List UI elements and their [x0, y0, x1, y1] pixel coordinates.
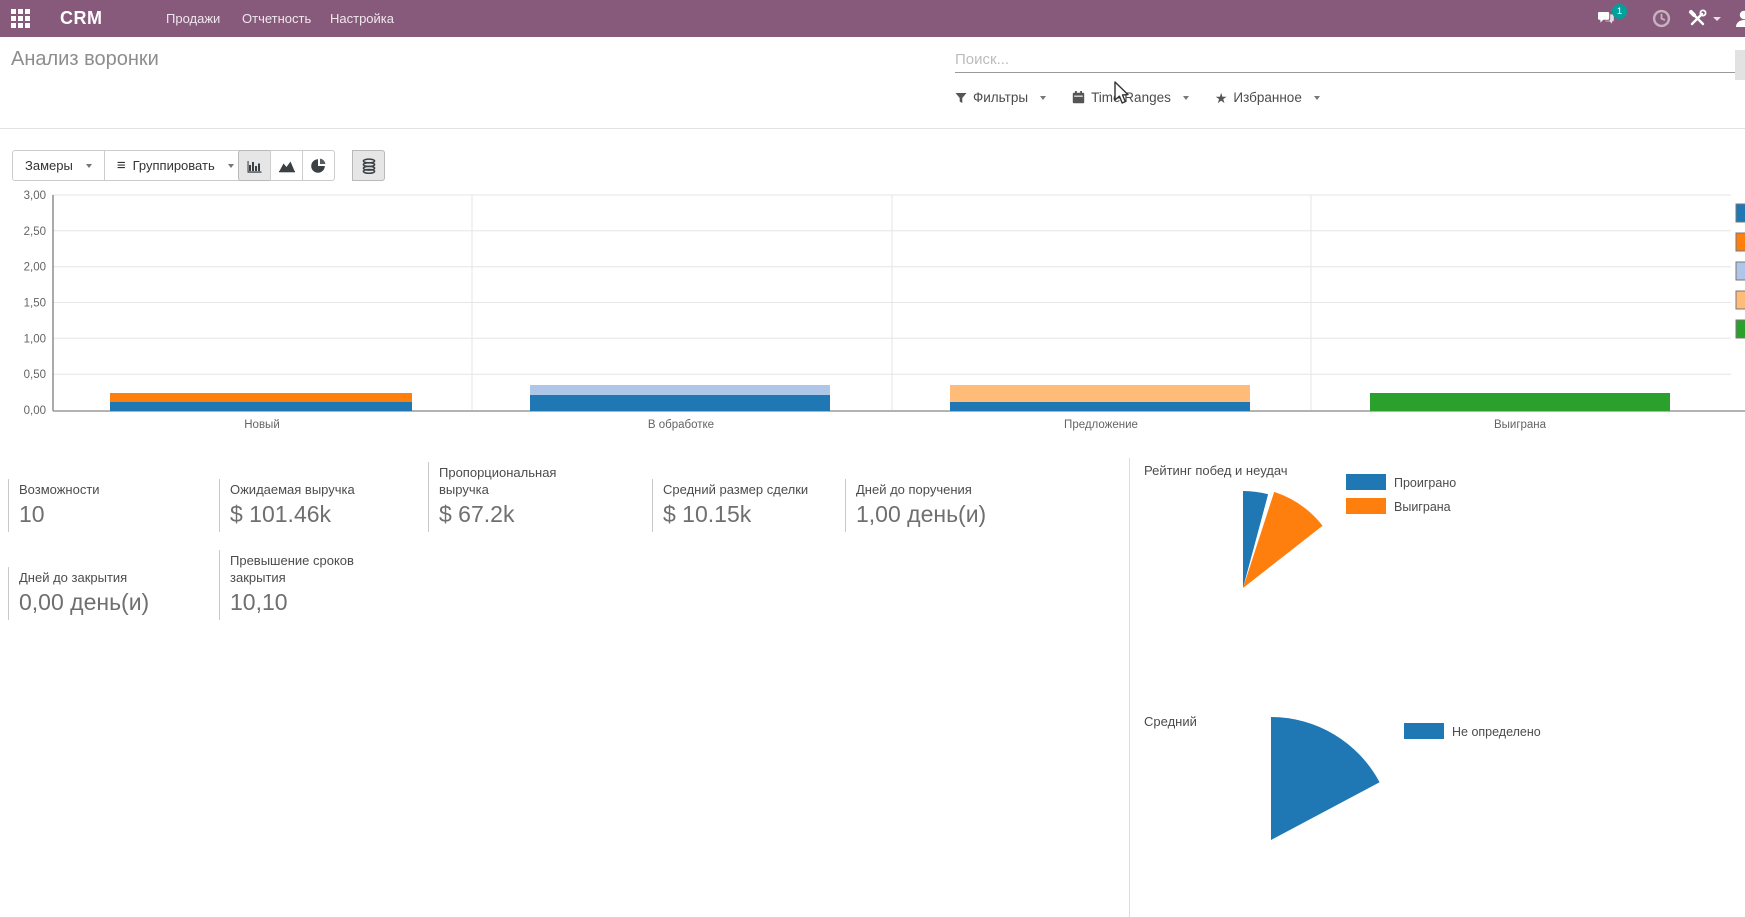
activities-clock-icon[interactable]: [1652, 0, 1671, 37]
crm-funnel-analysis-screen: CRM Продажи Отчетность Настройка 1: [0, 0, 1745, 917]
favorites-dropdown[interactable]: ★ Избранное: [1215, 90, 1320, 105]
chart-type-switcher: [238, 150, 335, 181]
win-loss-pie-chart: Проиграно Выиграна: [1130, 455, 1730, 670]
bar-segment-orange: [110, 393, 412, 402]
kpi-days-to-close: Дней до закрытия 0,00 день(и): [8, 567, 211, 620]
kpi-row-1: Возможности 10 Ожидаемая выручка $ 101.4…: [0, 462, 1085, 532]
legend-label-undefined[interactable]: Не определено: [1452, 725, 1541, 739]
y-tick-label: 0,00: [24, 405, 46, 417]
pie-slice-undefined: [1271, 717, 1380, 840]
measures-groupby-toolbar: Замеры ≡ Группировать: [12, 150, 247, 181]
kpi-prorated-revenue: Пропорциональная выручка $ 67.2k: [428, 462, 644, 532]
stacked-bars-button[interactable]: [352, 150, 385, 181]
tools-caret-icon: [1713, 17, 1721, 21]
measures-button[interactable]: Замеры: [12, 150, 105, 181]
legend-swatch-light-blue[interactable]: [1736, 262, 1745, 280]
app-name[interactable]: CRM: [60, 0, 103, 37]
kpi-row-2: Дней до закрытия 0,00 день(и) Превышение…: [0, 550, 420, 620]
chevron-down-icon: [228, 164, 234, 168]
legend-swatch-won[interactable]: [1346, 498, 1386, 514]
legend-label-won[interactable]: Выиграна: [1394, 500, 1451, 514]
stacked-toggle-group: [352, 150, 385, 181]
bar-segment-blue: [950, 402, 1250, 411]
funnel-icon: [955, 92, 967, 104]
x-tick-label: Предложение: [1064, 419, 1138, 431]
bar-chart-icon: [246, 159, 263, 173]
y-tick-label: 1,50: [24, 298, 46, 310]
y-tick-label: 3,00: [24, 190, 46, 202]
bar-segment-blue: [110, 402, 412, 411]
bar-segment-light-orange: [950, 385, 1250, 402]
stacked-layers-icon: [361, 158, 377, 174]
menu-reporting[interactable]: Отчетность: [242, 0, 311, 37]
pie-chart-button[interactable]: [302, 150, 335, 181]
page-title: Анализ воронки: [11, 48, 159, 71]
pie-chart-icon: [311, 158, 327, 174]
average-pie-chart: Не определено: [1130, 700, 1730, 917]
menu-settings[interactable]: Настройка: [330, 0, 394, 37]
x-tick-label: Новый: [244, 419, 280, 431]
x-tick-label: В обработке: [648, 419, 714, 431]
legend-swatch-orange[interactable]: [1736, 233, 1745, 251]
scrollbar-handle[interactable]: [1735, 50, 1745, 80]
bar-segment-blue: [530, 395, 830, 411]
x-tick-label: Выиграна: [1494, 419, 1547, 431]
legend-swatch-undefined[interactable]: [1404, 723, 1444, 739]
debug-tools-icon[interactable]: [1688, 0, 1721, 37]
area-chart-button[interactable]: [270, 150, 303, 181]
legend-swatch-light-orange[interactable]: [1736, 291, 1745, 309]
y-tick-label: 0,50: [24, 369, 46, 381]
bar-group-in-progress: [530, 385, 830, 411]
y-tick-label: 2,00: [24, 262, 46, 274]
filters-dropdown[interactable]: Фильтры: [955, 90, 1046, 105]
bar-group-new: [110, 393, 412, 411]
chevron-down-icon: [1183, 96, 1189, 100]
legend-swatch-blue[interactable]: [1736, 204, 1745, 222]
legend-label-lost[interactable]: Проиграно: [1394, 476, 1456, 490]
star-icon: ★: [1215, 91, 1228, 105]
top-navbar: CRM Продажи Отчетность Настройка 1: [0, 0, 1745, 37]
calendar-icon: [1072, 91, 1085, 104]
chevron-down-icon: [86, 164, 92, 168]
legend-swatch-green[interactable]: [1736, 320, 1745, 338]
search-input[interactable]: [955, 47, 1744, 73]
bar-chart-button[interactable]: [238, 150, 271, 181]
kpi-days-to-assign: Дней до поручения 1,00 день(и): [845, 479, 1085, 532]
kpi-opportunities: Возможности 10: [8, 479, 211, 532]
menu-sales[interactable]: Продажи: [166, 0, 220, 37]
bar-group-proposition: [950, 385, 1250, 411]
chart-legend-clipped[interactable]: [1736, 204, 1745, 338]
message-count-badge[interactable]: 1: [1612, 4, 1627, 19]
chevron-down-icon: [1040, 96, 1046, 100]
apps-grid-icon[interactable]: [11, 9, 30, 28]
kpi-expected-revenue: Ожидаемая выручка $ 101.46k: [219, 479, 420, 532]
mouse-cursor: [1112, 80, 1132, 106]
groupby-button[interactable]: ≡ Группировать: [104, 150, 247, 181]
funnel-bar-chart: 3,00 2,50 2,00 1,50 1,00 0,50 0,00: [0, 185, 1745, 445]
search-facets: Фильтры Time Ranges ★ Избранное: [955, 90, 1320, 105]
bar-group-won: [1370, 393, 1670, 411]
kpi-exceeded-close-days: Превышение сроков закрытия 10,10: [219, 550, 420, 620]
user-avatar-icon[interactable]: [1734, 0, 1745, 37]
y-tick-label: 1,00: [24, 333, 46, 345]
groupby-list-icon: ≡: [117, 157, 126, 174]
bar-segment-light-blue: [530, 385, 830, 395]
chevron-down-icon: [1314, 96, 1320, 100]
legend-swatch-lost[interactable]: [1346, 474, 1386, 490]
bar-segment-green: [1370, 393, 1670, 411]
control-panel: Анализ воронки Фильтры Time Ranges: [0, 37, 1745, 129]
area-chart-icon: [278, 159, 296, 173]
kpi-average-deal-size: Средний размер сделки $ 10.15k: [652, 479, 837, 532]
y-tick-label: 2,50: [24, 226, 46, 238]
